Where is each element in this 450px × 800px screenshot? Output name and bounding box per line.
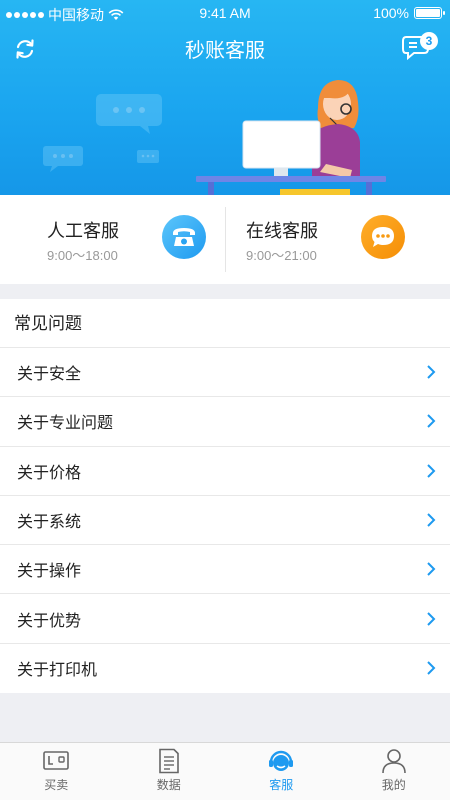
phone-icon xyxy=(173,228,195,246)
tab-service[interactable]: 客服 xyxy=(225,743,338,800)
customer-service-screen: 中国移动 9:41 AM 100% 秒账客服 3 人工客服 9:00～18:00… xyxy=(0,0,450,800)
faq-item-professional[interactable]: 关于专业问题 xyxy=(0,397,450,447)
chat-list-button[interactable]: 3 xyxy=(402,32,438,62)
faq-item-system[interactable]: 关于系统 xyxy=(0,496,450,546)
faq-item-label: 关于价格 xyxy=(17,464,82,482)
status-bar: 中国移动 9:41 AM 100% xyxy=(0,0,450,28)
faq-item-advantage[interactable]: 关于优势 xyxy=(0,594,450,644)
header-banner: 中国移动 9:41 AM 100% 秒账客服 3 xyxy=(0,0,450,195)
chat-button[interactable] xyxy=(361,215,405,259)
call-button[interactable] xyxy=(162,215,206,259)
tab-label: 买卖 xyxy=(44,778,69,792)
chevron-right-icon xyxy=(427,365,436,379)
navigation-bar: 秒账客服 3 xyxy=(0,28,450,68)
contact-panel: 人工客服 9:00～18:00 在线客服 9:00～21:00 xyxy=(0,195,450,284)
faq-item-label: 关于操作 xyxy=(17,563,82,581)
faq-item-security[interactable]: 关于安全 xyxy=(0,348,450,398)
tab-label: 数据 xyxy=(156,778,181,792)
online-service-card[interactable]: 在线客服 9:00～21:00 xyxy=(225,195,450,284)
unread-badge: 3 xyxy=(420,32,438,50)
faq-header: 常见问题 xyxy=(0,299,450,348)
battery-percent: 100% xyxy=(373,5,409,21)
human-service-title: 人工客服 xyxy=(47,221,119,241)
faq-item-label: 关于专业问题 xyxy=(17,415,114,433)
faq-item-price[interactable]: 关于价格 xyxy=(0,447,450,496)
chevron-right-icon xyxy=(427,414,436,429)
page-title: 秒账客服 xyxy=(185,40,265,62)
chevron-right-icon xyxy=(427,464,436,478)
document-icon xyxy=(158,748,179,774)
profile-icon xyxy=(381,749,406,774)
human-service-hours: 9:00～18:00 xyxy=(47,248,118,263)
chat-bubble-icon xyxy=(372,227,394,247)
customer-service-icon xyxy=(269,750,294,771)
faq-section: 常见问题 关于安全 关于专业问题 关于价格 关于系统 关于操作 关于优势 关于打… xyxy=(0,299,450,694)
chevron-right-icon xyxy=(427,513,436,527)
tab-label: 我的 xyxy=(381,778,406,792)
faq-item-label: 关于系统 xyxy=(17,514,82,532)
online-service-title: 在线客服 xyxy=(246,221,318,241)
tab-data[interactable]: 数据 xyxy=(113,743,226,800)
faq-item-label: 关于打印机 xyxy=(17,662,98,680)
chevron-right-icon xyxy=(427,562,436,577)
faq-item-label: 关于优势 xyxy=(17,612,82,630)
human-service-card[interactable]: 人工客服 9:00～18:00 xyxy=(0,195,225,284)
bottom-tab-bar: 买卖 数据 客服 我的 xyxy=(0,742,450,800)
tab-trade[interactable]: 买卖 xyxy=(0,743,113,800)
battery-icon xyxy=(414,7,445,19)
faq-item-operation[interactable]: 关于操作 xyxy=(0,545,450,595)
chevron-right-icon xyxy=(427,661,436,676)
faq-item-printer[interactable]: 关于打印机 xyxy=(0,644,450,693)
faq-item-label: 关于安全 xyxy=(17,366,82,384)
trade-icon xyxy=(43,751,70,770)
chevron-right-icon xyxy=(427,611,436,626)
status-right: 100% xyxy=(373,5,445,21)
tab-mine[interactable]: 我的 xyxy=(338,743,450,800)
tab-label: 客服 xyxy=(269,778,294,792)
online-service-hours: 9:00～21:00 xyxy=(246,248,317,263)
support-agent-illustration xyxy=(43,80,386,195)
